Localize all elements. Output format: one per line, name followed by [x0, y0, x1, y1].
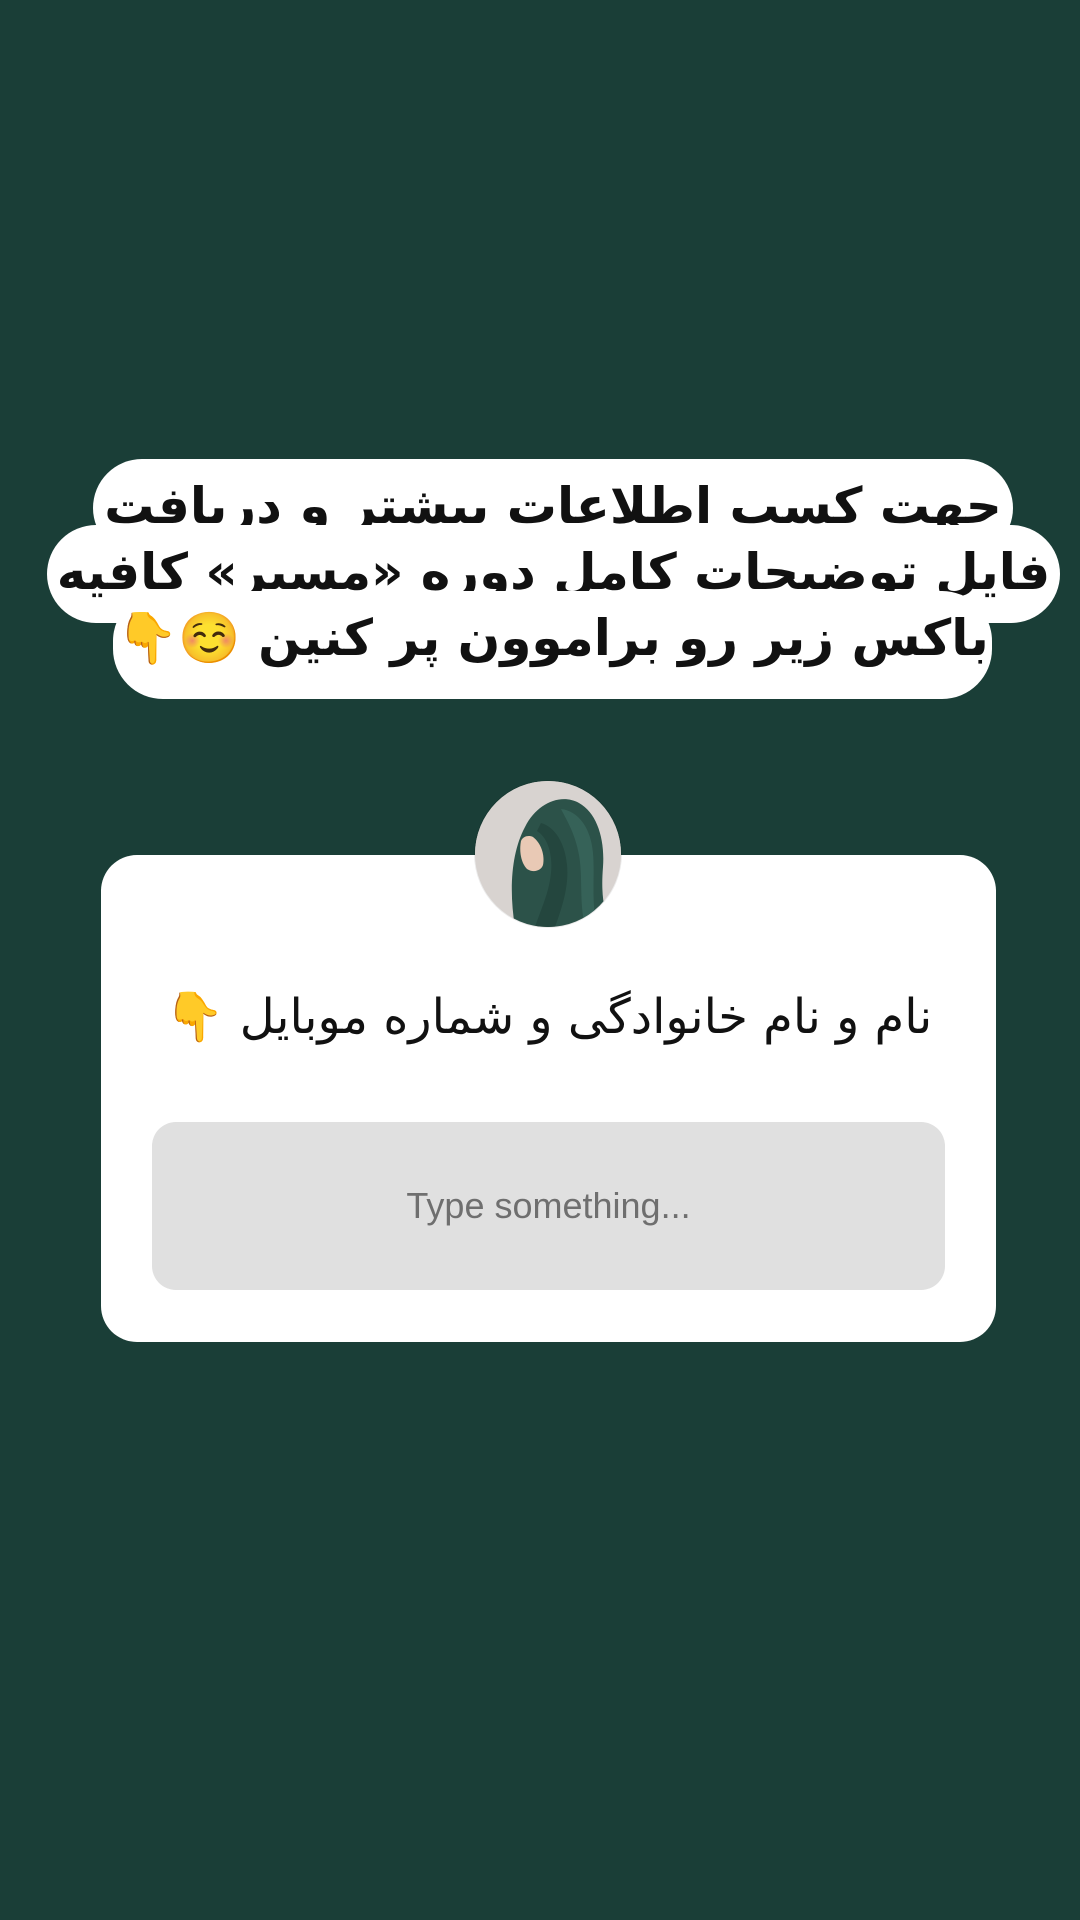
avatar: [475, 781, 621, 927]
answer-input[interactable]: [152, 1122, 945, 1290]
profile-photo-icon: [475, 781, 621, 927]
caption-line-3: باکس زیر رو براموون پر کنین ☺️👇: [113, 591, 992, 699]
question-sticker[interactable]: نام و نام خانوادگی و شماره موبایل 👇: [101, 855, 996, 1342]
question-text: نام و نام خانوادگی و شماره موبایل 👇: [164, 989, 933, 1045]
